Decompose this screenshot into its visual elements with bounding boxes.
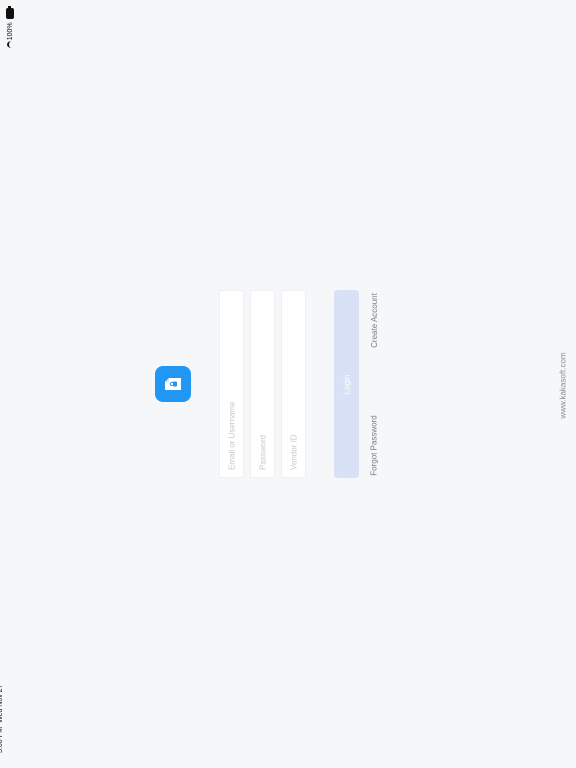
website-text: www.kakasoft.com <box>558 351 568 419</box>
vendor-id-field-container <box>281 290 306 478</box>
status-bar-bottom: 5:00 PM Wed Nov 27 <box>0 685 9 753</box>
login-button-label: Login <box>341 374 351 394</box>
app-logo <box>155 366 191 402</box>
email-field-container <box>219 290 244 478</box>
create-account-link[interactable]: Create Account <box>366 275 382 365</box>
wifi-icon <box>7 43 14 48</box>
battery-icon <box>6 8 14 20</box>
password-field-container <box>250 290 275 478</box>
battery-percent: 100% <box>6 22 14 41</box>
website-footer: www.kakasoft.com <box>555 340 571 430</box>
forgot-password-link[interactable]: Forgot Password <box>366 400 382 490</box>
status-date: Wed Nov 27 <box>0 684 4 723</box>
vendor-id-field[interactable] <box>281 290 306 478</box>
login-button[interactable]: Login <box>334 290 359 478</box>
create-account-label: Create Account <box>369 292 379 348</box>
lock-file-icon <box>165 378 181 390</box>
password-field[interactable] <box>250 290 275 478</box>
status-time: 5:00 PM <box>0 726 4 753</box>
status-bar-top: 100% <box>4 8 16 48</box>
email-field[interactable] <box>219 290 244 478</box>
forgot-password-label: Forgot Password <box>369 414 379 476</box>
